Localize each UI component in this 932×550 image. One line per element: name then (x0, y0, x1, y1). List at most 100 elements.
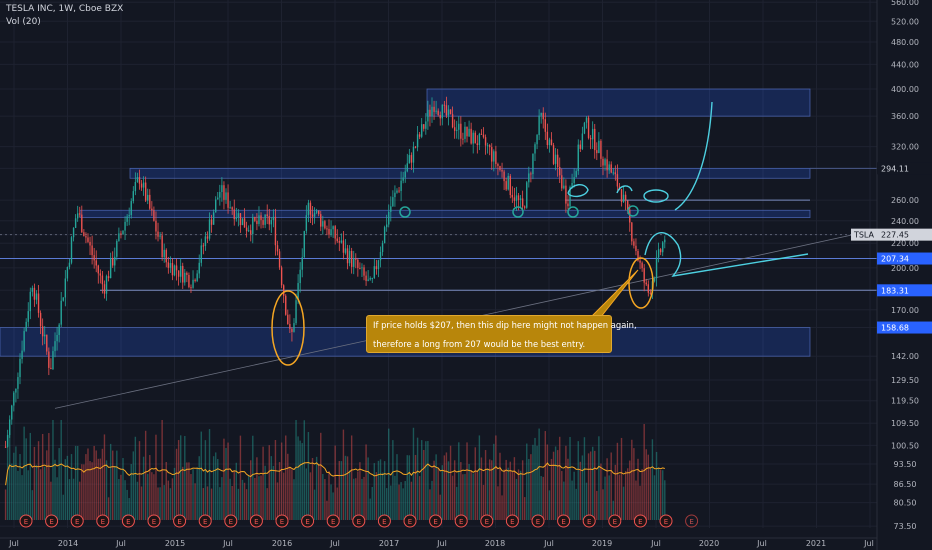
candle-body (287, 314, 289, 325)
candle (76, 205, 79, 222)
candle-body (217, 197, 219, 200)
annotation-callout[interactable]: If price holds $207, then this dip here … (366, 315, 637, 353)
candle-body (480, 133, 483, 135)
volume-bar (29, 432, 32, 520)
volume-bar (643, 424, 645, 520)
candle (503, 169, 505, 190)
candle-body (338, 241, 341, 243)
volume-bar (462, 474, 464, 520)
volume-bar (521, 460, 524, 520)
candle-body (657, 249, 660, 258)
candle-body (554, 154, 557, 164)
volume-bar (495, 435, 497, 520)
volume-bar (27, 470, 29, 520)
volume-bar (548, 490, 551, 520)
price-tag-207: 207.34 (881, 255, 909, 264)
candle-body (142, 182, 145, 188)
candle (239, 213, 242, 233)
volume-bar (239, 435, 242, 520)
candle-body (48, 351, 50, 368)
candle (188, 272, 190, 289)
volume-bar (171, 478, 174, 520)
candle (394, 185, 396, 207)
candle (480, 129, 483, 135)
candle-body (633, 241, 635, 246)
candle-body (451, 114, 454, 128)
candle-body (635, 245, 637, 252)
candle (540, 112, 542, 124)
volume-bar (456, 486, 458, 520)
volume-bar (6, 435, 9, 520)
volume-bar (505, 459, 507, 520)
candle (309, 200, 312, 223)
price-chart[interactable]: E E E E E E E E E E E E E E E E E E E E E E E E E E E 560.00 520.00 4… (0, 0, 932, 550)
volume-bar (268, 445, 270, 520)
price-axis-tick: 440.00 (891, 60, 919, 69)
volume-bar (664, 480, 666, 520)
earnings-marker-label: E (536, 518, 540, 526)
candle-body (60, 300, 62, 325)
candle (215, 196, 217, 213)
earnings-marker-label: E (177, 518, 181, 526)
candle (406, 153, 408, 173)
candle-body (443, 104, 446, 106)
price-tag-183: 183.31 (881, 286, 909, 295)
volume-bar (194, 483, 196, 520)
candle-body (447, 109, 450, 116)
candle-body (612, 172, 614, 174)
candle-body (659, 249, 662, 253)
candle-body (322, 221, 324, 227)
volume-bar (334, 445, 336, 520)
candle (342, 231, 345, 260)
candle-body (643, 268, 645, 283)
candle-body (260, 215, 262, 221)
volume-bar (282, 472, 285, 520)
candle-body (163, 249, 165, 258)
volume-bar (262, 446, 264, 520)
volume-bar (87, 448, 89, 520)
candle (367, 270, 369, 282)
candle-body (219, 192, 221, 198)
candle (423, 124, 425, 132)
volume-bar (350, 435, 353, 520)
candle (182, 262, 184, 289)
volume-bar (260, 475, 262, 520)
volume-bar (493, 443, 495, 520)
candle-body (371, 277, 373, 279)
volume-bar (95, 450, 97, 520)
volume-bar (274, 439, 277, 520)
volume-bar (93, 445, 95, 520)
volume-bar (569, 436, 571, 520)
volume-bar (662, 470, 664, 520)
candle-body (491, 147, 493, 162)
candle (383, 225, 386, 244)
candle-body (17, 377, 19, 389)
volume-bar (285, 435, 287, 520)
candle-body (99, 273, 102, 276)
volume-bar (546, 444, 549, 520)
volume-bar (410, 481, 413, 520)
candle (307, 199, 310, 223)
volume-indicator-label[interactable]: Vol (20) (6, 17, 41, 27)
candle-body (132, 191, 135, 202)
earnings-marker-label: E (305, 518, 309, 526)
candle-body (458, 123, 460, 130)
price-axis-tick: 360.00 (891, 112, 919, 121)
volume-bar (371, 487, 373, 520)
candle-body (441, 104, 444, 119)
candle-body (526, 182, 528, 208)
candle-body (431, 106, 433, 116)
candle (299, 262, 301, 293)
volume-bar (404, 481, 406, 520)
candle (587, 115, 590, 140)
volume-bar (149, 455, 151, 520)
candle-body (258, 215, 260, 224)
candle-body (653, 278, 656, 282)
candle-body (85, 236, 87, 238)
candle-body (357, 259, 359, 268)
candle-body (622, 194, 625, 203)
candle (482, 127, 485, 139)
candle (579, 140, 582, 152)
candle (233, 199, 235, 226)
volume-bar (9, 433, 11, 520)
